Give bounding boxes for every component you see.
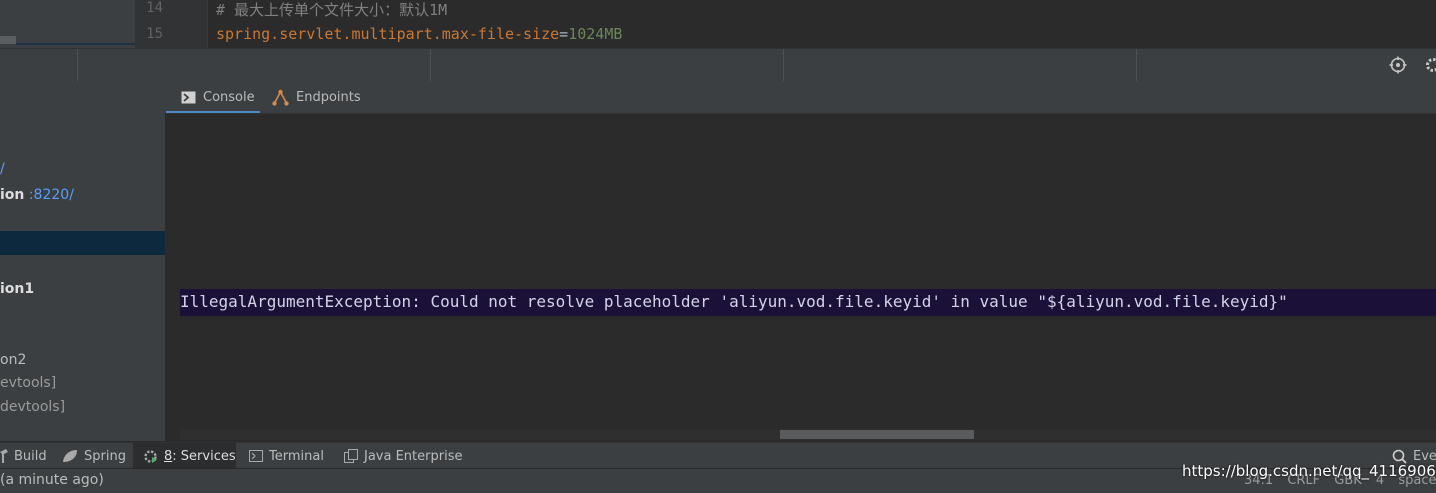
tool-window-terminal[interactable]: Terminal (249, 443, 324, 469)
endpoints-icon (272, 89, 289, 106)
header-divider (1136, 49, 1137, 81)
tool-window-label: Build (14, 449, 47, 464)
code-line-comment[interactable]: # 最大上传单个文件大小：默认1M (216, 0, 447, 20)
services-toolwindow-header (0, 48, 1436, 82)
tool-window-spring[interactable]: Spring (62, 443, 126, 469)
hammer-icon (0, 449, 8, 463)
tree-selected-row[interactable] (0, 231, 165, 255)
project-panel-stub (0, 0, 135, 48)
terminal-icon (249, 450, 263, 462)
line-number: 15 (135, 26, 163, 42)
tree-item-devtools[interactable]: devtools] (0, 399, 65, 415)
tree-item-port-link[interactable]: :8220/ (29, 187, 74, 203)
project-selection-stripe (16, 43, 135, 45)
header-divider (430, 49, 431, 81)
tool-window-java-enterprise[interactable]: Java Enterprise (344, 443, 462, 469)
tab-console[interactable]: Console (166, 81, 260, 113)
tree-item-root-path[interactable]: / (0, 161, 5, 177)
console-output[interactable] (165, 114, 1436, 442)
spring-leaf-icon (62, 449, 78, 463)
property-value: 1024MB (568, 25, 622, 43)
console-icon (181, 91, 196, 104)
tree-item-devtools[interactable]: evtools] (0, 375, 56, 391)
tree-item-application2[interactable]: on2 (0, 352, 26, 368)
line-number: 14 (135, 0, 163, 16)
property-equals: = (559, 25, 568, 43)
tool-window-label: Spring (84, 449, 126, 464)
code-line-property[interactable]: spring.servlet.multipart.max-file-size=1… (216, 25, 622, 43)
console-error-line[interactable]: IllegalArgumentException: Could not reso… (180, 289, 1436, 316)
gutter-separator (207, 0, 208, 48)
tab-label: Endpoints (296, 90, 361, 105)
tree-item-application1[interactable]: ion1 (0, 281, 34, 297)
java-enterprise-icon (344, 449, 358, 463)
status-message[interactable]: (a minute ago) (0, 472, 104, 488)
tab-endpoints[interactable]: Endpoints (272, 81, 372, 113)
services-icon (143, 449, 158, 464)
project-scrollbar[interactable] (0, 36, 16, 44)
tree-item-label: ion (0, 187, 24, 203)
services-number: 8 (164, 449, 172, 464)
console-scrollbar-thumb[interactable] (780, 430, 974, 439)
console-tabs-bar: Console Endpoints (165, 81, 1436, 114)
header-divider (783, 49, 784, 81)
header-divider (77, 49, 78, 81)
services-tree[interactable]: / ion :8220/ ion1 on2 evtools] devtools] (0, 81, 165, 441)
property-key: spring.servlet.multipart.max-file-size (216, 25, 559, 43)
tree-item-application[interactable]: ion :8220/ (0, 187, 74, 203)
tab-label: Console (203, 90, 255, 105)
tool-window-label: Java Enterprise (364, 449, 462, 464)
tool-window-label: Terminal (269, 449, 324, 464)
watermark: https://blog.csdn.net/qq_41169066 (1182, 462, 1436, 480)
tool-window-build[interactable]: Build (0, 443, 47, 469)
gear-icon[interactable] (1424, 56, 1436, 74)
active-tab-indicator (166, 111, 260, 113)
tool-window-services[interactable]: 8: Services (133, 443, 236, 469)
error-message: IllegalArgumentException: Could not reso… (180, 292, 1288, 311)
target-icon[interactable] (1389, 56, 1407, 74)
tool-window-label: : Services (172, 449, 235, 464)
